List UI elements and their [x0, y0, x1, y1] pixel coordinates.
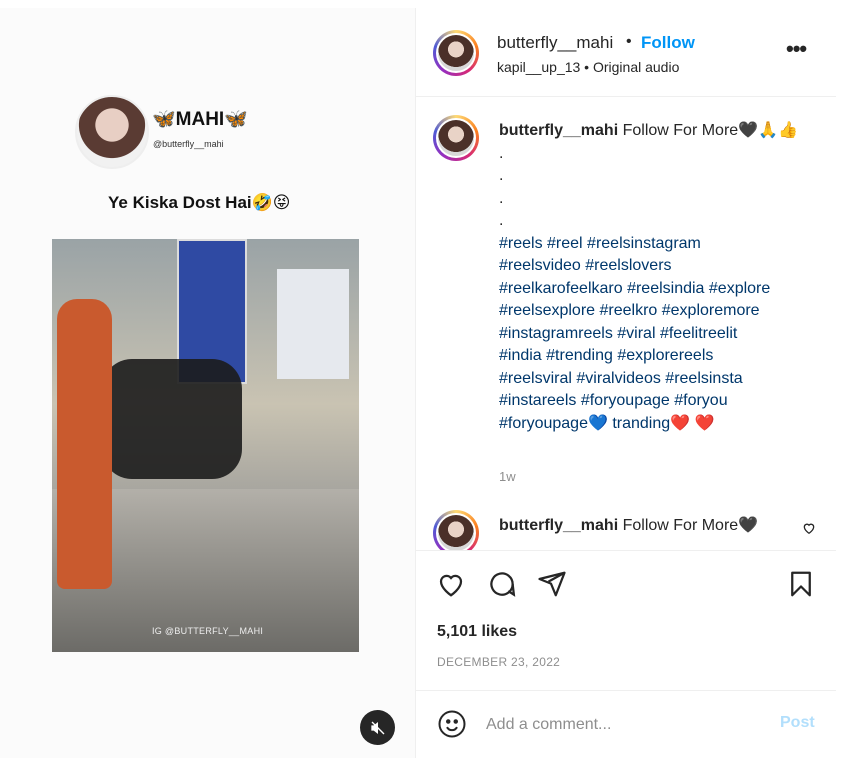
- action-bar: 5,101 likes DECEMBER 23, 2022: [416, 550, 836, 690]
- post-panel: butterfly__mahi • Follow kapil__up_13 • …: [415, 8, 836, 758]
- video-shop-board: [277, 269, 349, 379]
- speaker-muted-icon[interactable]: [360, 710, 395, 745]
- add-comment-bar: Post: [416, 690, 836, 758]
- comment-avatar[interactable]: [433, 510, 479, 550]
- share-icon[interactable]: [537, 569, 567, 599]
- comments-list[interactable]: butterfly__mahi Follow For More🖤🙏👍 . . .…: [416, 98, 836, 550]
- reel-overlay-caption: Ye Kiska Dost Hai🤣😝: [108, 193, 291, 212]
- post-header: butterfly__mahi • Follow kapil__up_13 • …: [416, 8, 836, 97]
- hashtag-line[interactable]: #reelsexplore #reelkro #exploremore: [499, 300, 809, 323]
- audio-attribution[interactable]: kapil__up_13 • Original audio: [497, 59, 679, 75]
- hashtag-line[interactable]: #instagramreels #viral #feelitreelit: [499, 323, 809, 346]
- caption-avatar[interactable]: [433, 115, 479, 161]
- hashtag-line[interactable]: #reelkarofeelkaro #reelsindia #explore: [499, 278, 809, 301]
- hashtag-line[interactable]: #foryoupage💙 tranding❤️ ❤️: [499, 413, 809, 436]
- emoji-icon[interactable]: [437, 709, 467, 739]
- post-caption: butterfly__mahi Follow For More🖤🙏👍 . . .…: [499, 120, 809, 435]
- hashtag-line[interactable]: #reelsvideo #reelslovers: [499, 255, 809, 278]
- heart-outline-icon[interactable]: [802, 521, 816, 538]
- bookmark-icon[interactable]: [786, 569, 816, 599]
- hashtag-line[interactable]: #instareels #foryoupage #foryou: [499, 390, 809, 413]
- reel-media[interactable]: 🦋MAHI🦋 @butterfly__mahi Ye Kiska Dost Ha…: [0, 8, 415, 758]
- caption-dot: .: [499, 212, 504, 229]
- comment-input[interactable]: [486, 713, 756, 737]
- reel-creator-handle: @butterfly__mahi: [153, 139, 224, 149]
- reel-video[interactable]: IG @BUTTERFLY__MAHI: [52, 239, 359, 652]
- caption-dot: .: [499, 144, 504, 162]
- follow-button[interactable]: Follow: [641, 33, 695, 53]
- reel-frame: 🦋MAHI🦋 @butterfly__mahi Ye Kiska Dost Ha…: [0, 8, 415, 758]
- post-button[interactable]: Post: [780, 714, 815, 732]
- video-person: [57, 299, 112, 589]
- hashtag-line[interactable]: #reelsviral #viralvideos #reelsinsta: [499, 368, 809, 391]
- hashtag-line[interactable]: #india #trending #explorereels: [499, 345, 809, 368]
- comment-text: butterfly__mahi Follow For More🖤: [499, 515, 758, 535]
- reel-creator-name: 🦋MAHI🦋: [152, 109, 248, 130]
- more-options-icon[interactable]: •••: [786, 36, 807, 62]
- header-separator: •: [626, 33, 632, 50]
- caption-dot: .: [499, 189, 504, 207]
- video-watermark: IG @BUTTERFLY__MAHI: [152, 626, 264, 636]
- post-date[interactable]: DECEMBER 23, 2022: [437, 655, 560, 669]
- reel-creator-avatar: [75, 95, 149, 169]
- author-avatar[interactable]: [433, 30, 479, 76]
- hashtag-line[interactable]: #reels #reel #reelsinstagram: [499, 233, 809, 256]
- comment-username[interactable]: butterfly__mahi: [499, 517, 618, 534]
- caption-text: Follow For More🖤🙏👍: [622, 122, 798, 139]
- heart-icon[interactable]: [436, 569, 466, 599]
- likes-count[interactable]: 5,101 likes: [437, 623, 517, 641]
- comment-icon[interactable]: [487, 569, 517, 599]
- video-motorbike: [102, 359, 242, 479]
- caption-username[interactable]: butterfly__mahi: [499, 122, 618, 139]
- caption-dot: .: [499, 167, 504, 184]
- caption-timestamp[interactable]: 1w: [499, 469, 516, 484]
- author-username[interactable]: butterfly__mahi: [497, 33, 613, 53]
- comment-body: Follow For More🖤: [622, 517, 759, 534]
